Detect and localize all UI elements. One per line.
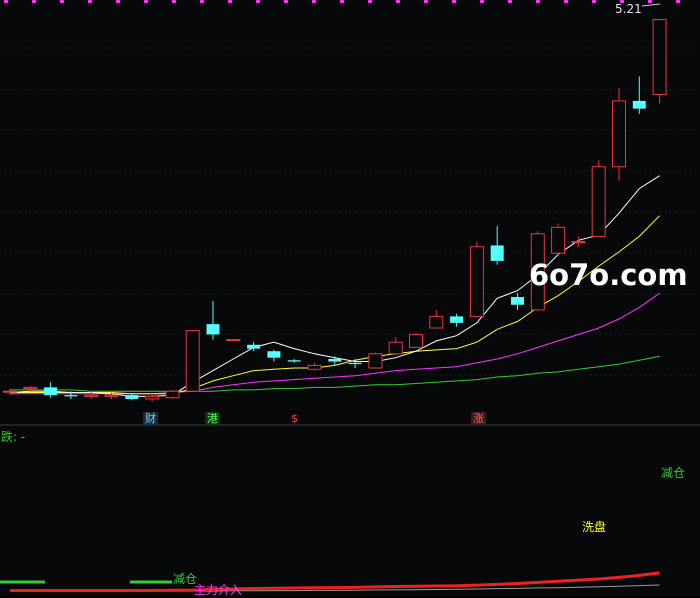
kline-chart[interactable] [0,0,700,596]
top-tick-mark [368,0,372,3]
candle-body-up [652,19,667,95]
candle-body-up [591,166,606,237]
candle-body-down [44,387,58,396]
candle-body-up [226,339,241,342]
candle-body-up [469,246,484,317]
ma20-line [10,292,660,395]
candle-body-down [287,360,301,362]
top-tick-mark [564,0,568,3]
candle-body-up [612,100,626,168]
candle-body-up [84,394,99,397]
lower-indicator-title: 跌: - [1,430,26,444]
top-tick-mark [452,0,456,3]
candle-body-up [104,394,119,397]
kline-chart-panel: 5.21 6o7o.com 财 港 $ 涨 跌: - 减仓 洗盘 减仓 主力介入 [0,0,700,597]
marker-dollar[interactable]: $ [289,412,300,425]
top-tick-mark [60,0,64,3]
candle-body-down [125,395,139,399]
top-tick-mark [536,0,540,3]
candle-body-down [450,316,464,323]
watermark: 6o7o.com [529,258,688,292]
candle-body-up [185,330,200,392]
candle-body-up [388,341,403,355]
candle-body-up [571,241,586,244]
candle-body-up [145,395,160,400]
candle-body-up [3,390,17,393]
top-tick-mark [648,0,652,3]
top-tick-mark [676,0,680,3]
top-tick-mark [116,0,120,3]
marker-gang[interactable]: 港 [205,412,220,425]
candle-body-up [429,315,444,329]
marker-zhang[interactable]: 涨 [471,412,486,425]
candle-body-down [328,358,342,362]
top-tick-mark [256,0,260,3]
signal-xipan: 洗盘 [582,520,607,534]
marker-cai[interactable]: 财 [143,412,158,425]
candle-body-up [307,364,322,370]
top-tick-mark [172,0,176,3]
top-tick-mark [144,0,148,3]
signal-zhuli: 主力介入 [194,583,243,597]
candle-body-down [64,395,78,397]
top-tick-mark [480,0,484,3]
top-tick-mark [4,0,8,3]
top-tick-mark [424,0,428,3]
top-tick-mark [508,0,512,3]
candle-body-down [348,362,362,365]
candle-body-up [551,226,566,254]
candle-body-down [267,351,281,358]
price-label: 5.21 [615,2,642,16]
top-tick-mark [340,0,344,3]
candle-body-down [490,245,504,261]
price-pointer [641,3,661,7]
candle-body-up [165,390,180,399]
candle-body-up [23,386,38,390]
top-tick-mark [592,0,596,3]
signal-jiancang-top: 减仓 [661,466,686,480]
candle-body-down [632,100,646,109]
top-tick-mark [88,0,92,3]
candle-body-up [368,353,383,369]
top-tick-mark [312,0,316,3]
top-tick-mark [284,0,288,3]
top-tick-mark [200,0,204,3]
candle-body-down [511,297,524,305]
candle-body-down [247,344,261,349]
candle-body-up [409,333,423,348]
top-tick-mark [396,0,400,3]
candle-body-down [206,324,220,335]
top-tick-mark [228,0,232,3]
top-tick-mark [32,0,36,3]
